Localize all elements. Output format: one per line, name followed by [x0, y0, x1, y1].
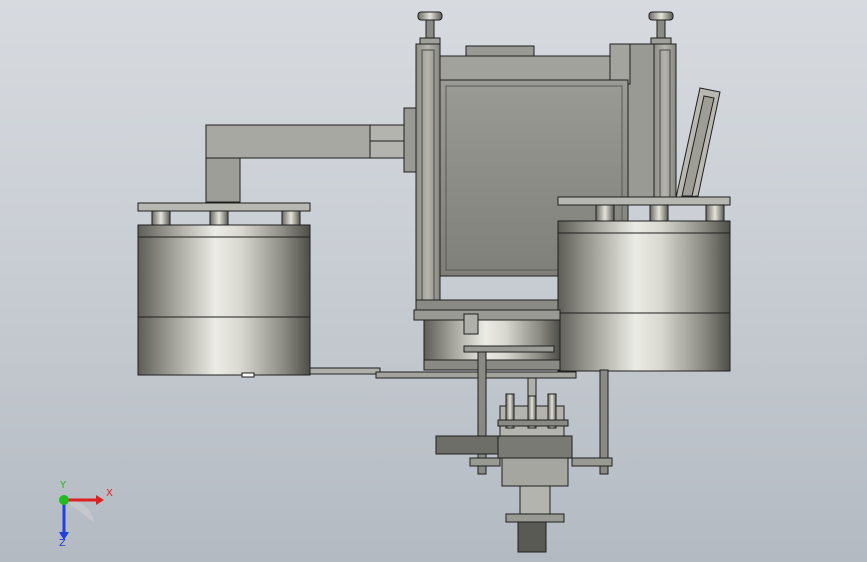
left-cylinder-tank: [137, 202, 311, 376]
coordinate-triad: X Y Z: [59, 480, 113, 548]
leveling-foot-left: [417, 11, 443, 45]
x-axis-label: X: [106, 488, 113, 499]
machine-assembly-drawing: [137, 11, 731, 553]
hopper-chute: [675, 87, 721, 199]
y-axis-origin-dot: [59, 495, 69, 505]
y-axis-label: Y: [59, 480, 67, 491]
triad-plane-shading: [64, 500, 94, 522]
linear-actuator-assembly: [435, 377, 613, 553]
leveling-foot-right: [648, 11, 674, 45]
cad-viewport[interactable]: X Y Z: [0, 0, 867, 562]
center-rotary-base: [413, 309, 561, 371]
support-arm: [205, 107, 417, 203]
right-cylinder-tank: [557, 196, 731, 372]
z-axis-label: Z: [59, 538, 66, 548]
x-axis-arrowhead: [96, 495, 104, 505]
